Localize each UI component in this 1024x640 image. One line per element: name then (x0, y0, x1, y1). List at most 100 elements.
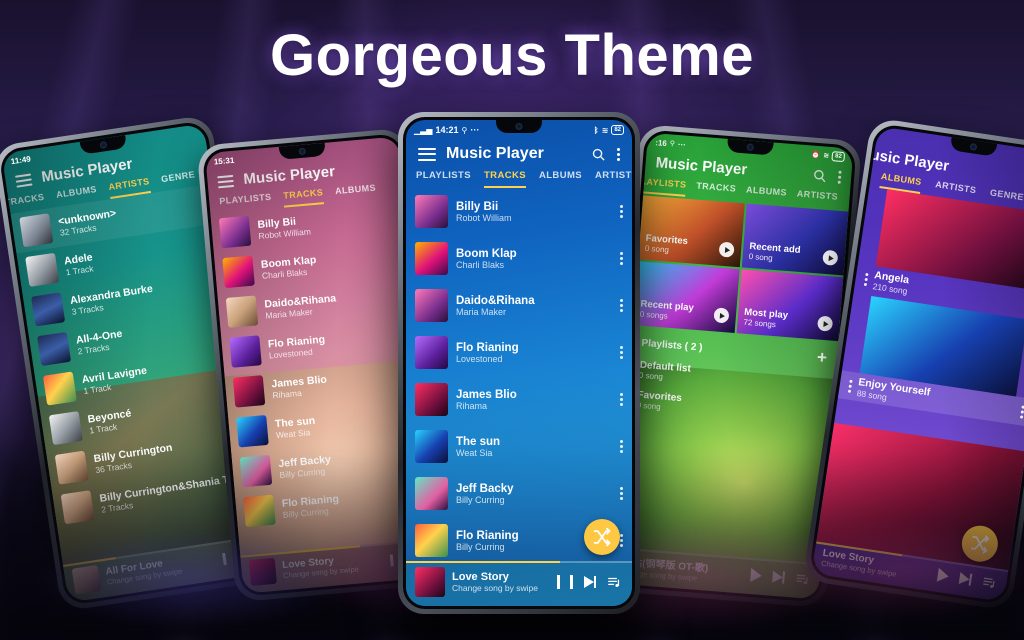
list-item-meta: Flo Rianing Lovestoned (456, 342, 611, 364)
track-title: Billy Bii (456, 200, 499, 213)
album-art (415, 336, 448, 369)
location-icon: ⚲ (669, 140, 676, 148)
play-icon[interactable] (817, 315, 834, 332)
track-artist: Maria Maker (456, 306, 507, 317)
hamburger-menu-icon[interactable] (14, 172, 33, 188)
promo-banner: Gorgeous Theme 11:49 Music Player TRACKS (0, 0, 1024, 640)
track-list[interactable]: Billy Bii Robot William Boom Klap Charli… (406, 188, 632, 561)
track-artist: Rihama (456, 400, 488, 411)
list-item-meta: Billy Bii Robot William (456, 201, 611, 223)
track-overflow-icon[interactable] (619, 393, 623, 407)
album-art (415, 430, 448, 463)
album-art (415, 524, 448, 557)
track-overflow-icon[interactable] (619, 440, 623, 454)
track-artist: Charli Blaks (456, 259, 505, 270)
smart-playlist-tiles: Favorites 0 song Recent add 0 song Recen… (632, 193, 849, 343)
tile-favorites[interactable]: Favorites 0 song (638, 195, 745, 268)
status-left: 15:31 (213, 155, 234, 166)
tile-most-play[interactable]: Most play 72 songs (736, 269, 844, 342)
track-title: Jeff Backy (456, 482, 514, 495)
hamburger-menu-icon[interactable] (418, 147, 436, 161)
tile-recent-play[interactable]: Recent play 0 songs (632, 261, 740, 334)
list-item-meta: Boom Klap Charli Blaks (456, 248, 611, 270)
page-title: Gorgeous Theme (270, 23, 754, 88)
list-item[interactable]: Jeff Backy Billy Curring (406, 470, 632, 517)
album-art (415, 195, 448, 228)
progress-bar[interactable] (406, 561, 632, 563)
track-title: The sun (456, 435, 501, 448)
alarm-icon: ⏰ (811, 151, 821, 160)
tile-label: Favorites 0 song (645, 233, 689, 256)
album-art (222, 255, 255, 289)
play-icon[interactable] (822, 249, 839, 266)
list-item[interactable]: Billy Bii Robot William (406, 188, 632, 235)
album-art (415, 383, 448, 416)
track-overflow-icon[interactable] (619, 205, 623, 219)
now-playing-art (415, 567, 445, 597)
tile-label: Recent add 0 song (748, 241, 801, 265)
tab-artists[interactable]: ARTISTS (595, 170, 632, 188)
play-icon[interactable] (713, 307, 730, 324)
album-art (236, 414, 269, 448)
now-playing-meta: Love Story Change song by swipe (452, 571, 550, 593)
list-item-meta: Boom Klap Charli Blaks (261, 247, 402, 281)
track-overflow-icon[interactable] (619, 346, 623, 360)
tab-albums[interactable]: ALBUMS (539, 170, 582, 188)
track-title: Boom Klap (456, 247, 517, 260)
status-time: 14:21 (435, 125, 459, 135)
more-status-icon: ··· (470, 125, 480, 135)
album-art (415, 289, 448, 322)
app-title: Music Player (446, 145, 544, 162)
track-overflow-icon[interactable] (619, 299, 623, 313)
shuffle-button[interactable] (584, 519, 620, 555)
wifi-icon: ≋ (822, 152, 830, 160)
player-controls (557, 575, 623, 589)
track-title: Daido&Rihana (456, 294, 535, 307)
tile-recent-add[interactable]: Recent add 0 song (741, 203, 849, 276)
album-art (25, 252, 60, 287)
list-item[interactable]: James Blio Rihama (406, 376, 632, 423)
pause-icon[interactable] (557, 575, 573, 589)
list-item-meta: The sun Weat Sia (456, 436, 611, 458)
playlists-header-label: Playlists ( 2 ) (641, 337, 703, 354)
tab-playlists[interactable]: PLAYLISTS (633, 175, 687, 197)
search-icon[interactable] (812, 168, 828, 184)
track-overflow-icon[interactable] (619, 252, 623, 266)
album-art (218, 215, 252, 249)
track-artist: Billy Curring (456, 494, 505, 505)
tab-tracks[interactable]: TRACKS (483, 170, 526, 188)
list-item[interactable]: Boom Klap Charli Blaks (406, 235, 632, 282)
tab-playlists[interactable]: PLAYLISTS (416, 170, 471, 188)
phone-bezel: ▁▃▅ 14:21 ⚲ ··· ᛒ ≋ 82 Music Player PLAY… (403, 117, 635, 609)
status-left: ▁▃▅ 14:21 ⚲ ··· (414, 125, 479, 135)
search-icon[interactable] (591, 147, 606, 162)
play-icon[interactable] (718, 241, 735, 258)
avatar (19, 213, 54, 248)
list-item-meta: The sun Weat Sia (274, 406, 415, 440)
add-playlist-button[interactable]: + (816, 348, 827, 368)
track-artist: Weat Sia (456, 447, 493, 458)
overflow-menu-icon[interactable] (837, 170, 842, 185)
album-art (42, 371, 77, 406)
phone-mockup-3: ▁▃▅ 14:21 ⚲ ··· ᛒ ≋ 82 Music Player PLAY… (398, 112, 640, 614)
track-artist: Robot William (456, 212, 512, 223)
tile-count: 0 song (644, 243, 670, 255)
battery-indicator: 82 (611, 125, 624, 135)
status-right: ᛒ ≋ 82 (594, 125, 624, 135)
list-item[interactable]: Flo Rianing Lovestoned (406, 329, 632, 376)
list-item-meta: James Blio Rihama (271, 366, 412, 401)
mini-player[interactable]: Love Story Change song by swipe (406, 561, 632, 606)
status-left: 11:49 (10, 154, 31, 166)
list-item[interactable]: Daido&Rihana Maria Maker (406, 282, 632, 329)
app-bar: Music Player (406, 137, 632, 168)
playlist-queue-icon[interactable] (607, 575, 621, 589)
album-overflow-icon[interactable] (1019, 404, 1024, 419)
track-artist: Lovestoned (456, 353, 503, 364)
list-item[interactable]: Enjoy Yourself 88 song (837, 293, 1024, 427)
track-overflow-icon[interactable] (619, 487, 623, 501)
list-item[interactable]: The sun Weat Sia (406, 423, 632, 470)
overflow-menu-icon[interactable] (616, 147, 620, 162)
next-track-icon[interactable] (584, 575, 596, 589)
status-left: :16 ⚲ ··· (655, 138, 686, 149)
hamburger-menu-icon[interactable] (217, 174, 235, 188)
